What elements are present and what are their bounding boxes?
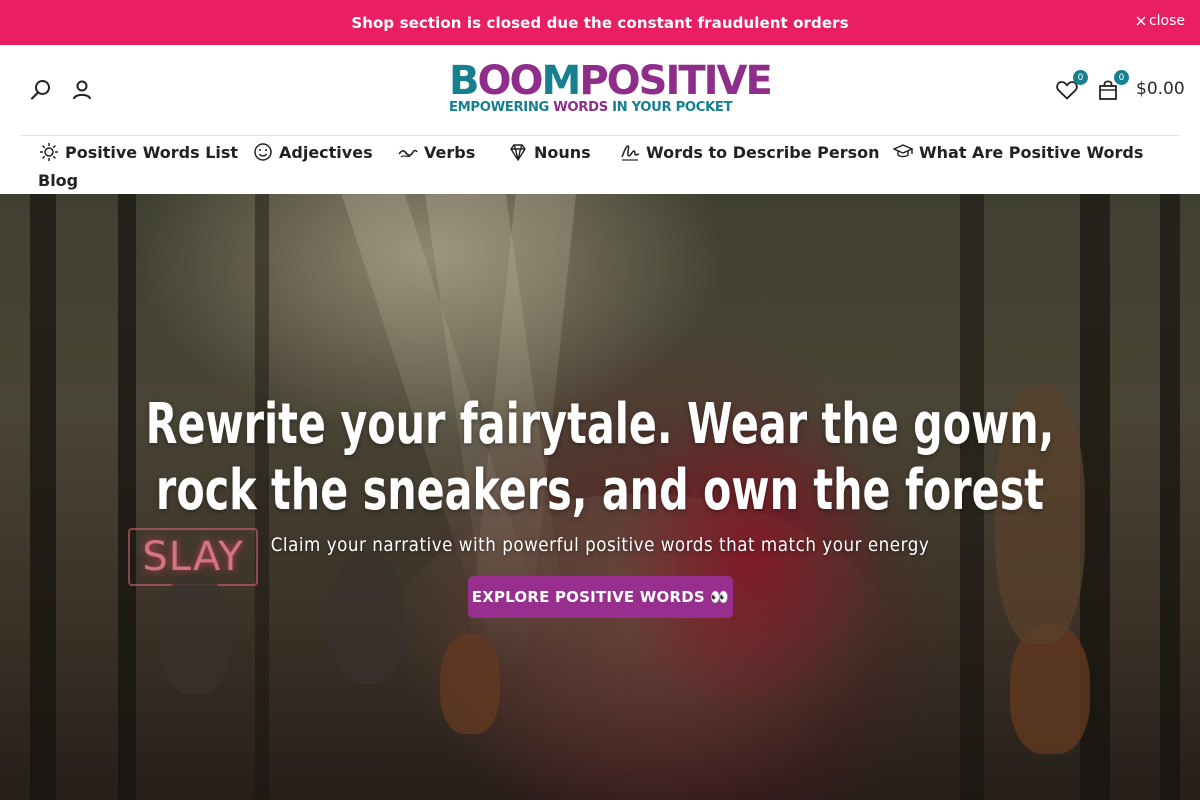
nav-item-blog[interactable]: Blog (38, 171, 78, 190)
logo-tagline-part1: EMPOWERING (449, 100, 554, 115)
hero-subtitle: Claim your narrative with powerful posit… (270, 534, 930, 556)
nav-item-nouns[interactable]: Nouns (508, 142, 591, 162)
sun-icon (40, 143, 58, 161)
hero-banner: SLAY Rewrite your fairytale. Wear the go… (0, 194, 1200, 800)
nav-item-label: Adjectives (279, 142, 373, 162)
cart-button[interactable]: 0 (1096, 70, 1129, 102)
account-button[interactable] (70, 78, 94, 102)
hero-title: Rewrite your fairytale. Wear the gown, r… (108, 392, 1092, 524)
sign-icon (621, 145, 640, 161)
hero-title-line1: Rewrite your fairytale. Wear the gown, (145, 392, 1055, 457)
logo-tagline-part3: IN YOUR POCKET (607, 100, 733, 115)
nav-item-label: Nouns (534, 142, 591, 162)
announcement-close-button[interactable]: close (1136, 13, 1185, 29)
diamond-icon (510, 144, 526, 162)
wishlist-button[interactable]: 0 (1055, 70, 1088, 102)
nav-item-what-are-positive-words[interactable]: What Are Positive Words (893, 142, 1143, 162)
wave-icon (398, 149, 418, 158)
logo-letter-b: B (449, 58, 479, 104)
hero-title-line2: rock the sneakers, and own the forest (155, 458, 1045, 523)
logo-letter-m: M (541, 58, 582, 104)
logo-tagline: EMPOWERING WORDS IN YOUR POCKET (449, 100, 751, 115)
nav-item-label: Verbs (424, 142, 476, 162)
site-logo[interactable]: B OO M POSITIVE EMPOWERING WORDS IN YOUR PO… (449, 58, 773, 116)
logo-tagline-part2: WORDS (553, 100, 608, 115)
nav-item-verbs[interactable]: Verbs (398, 142, 475, 162)
graduation-cap-icon (893, 144, 913, 158)
main-navigation: Positive Words List Adjectives Verbs Nou… (20, 135, 1180, 194)
nav-item-label: Positive Words List (65, 142, 239, 162)
search-icon (30, 80, 50, 100)
logo-letters-oo: OO (477, 58, 544, 104)
nav-item-positive-words-list[interactable]: Positive Words List (39, 142, 238, 162)
announcement-bar: Shop section is closed due the constant … (0, 0, 1200, 45)
close-icon (1136, 16, 1146, 26)
nav-item-label: Words to Describe Person (646, 142, 880, 162)
cart-count-badge: 0 (1114, 70, 1129, 85)
logo-positive: POSITIVE (579, 58, 772, 104)
nav-item-adjectives[interactable]: Adjectives (253, 142, 373, 162)
close-label: close (1148, 13, 1185, 29)
announcement-text: Shop section is closed due the constant … (351, 13, 849, 32)
nav-item-label: What Are Positive Words (919, 142, 1144, 162)
user-icon (73, 80, 91, 100)
search-button[interactable] (29, 78, 53, 102)
explore-positive-words-button[interactable]: EXPLORE POSITIVE WORDS 👀 (468, 576, 733, 618)
nav-item-label: Blog (38, 171, 79, 190)
nav-item-words-to-describe-person[interactable]: Words to Describe Person (620, 142, 879, 162)
cart-total[interactable]: $0.00 (1136, 79, 1185, 99)
logo-wordmark: B OO M POSITIVE (449, 58, 773, 104)
site-header: B OO M POSITIVE EMPOWERING WORDS IN YOUR PO… (0, 45, 1200, 135)
smile-icon (254, 143, 272, 161)
wishlist-count-badge: 0 (1073, 70, 1088, 85)
